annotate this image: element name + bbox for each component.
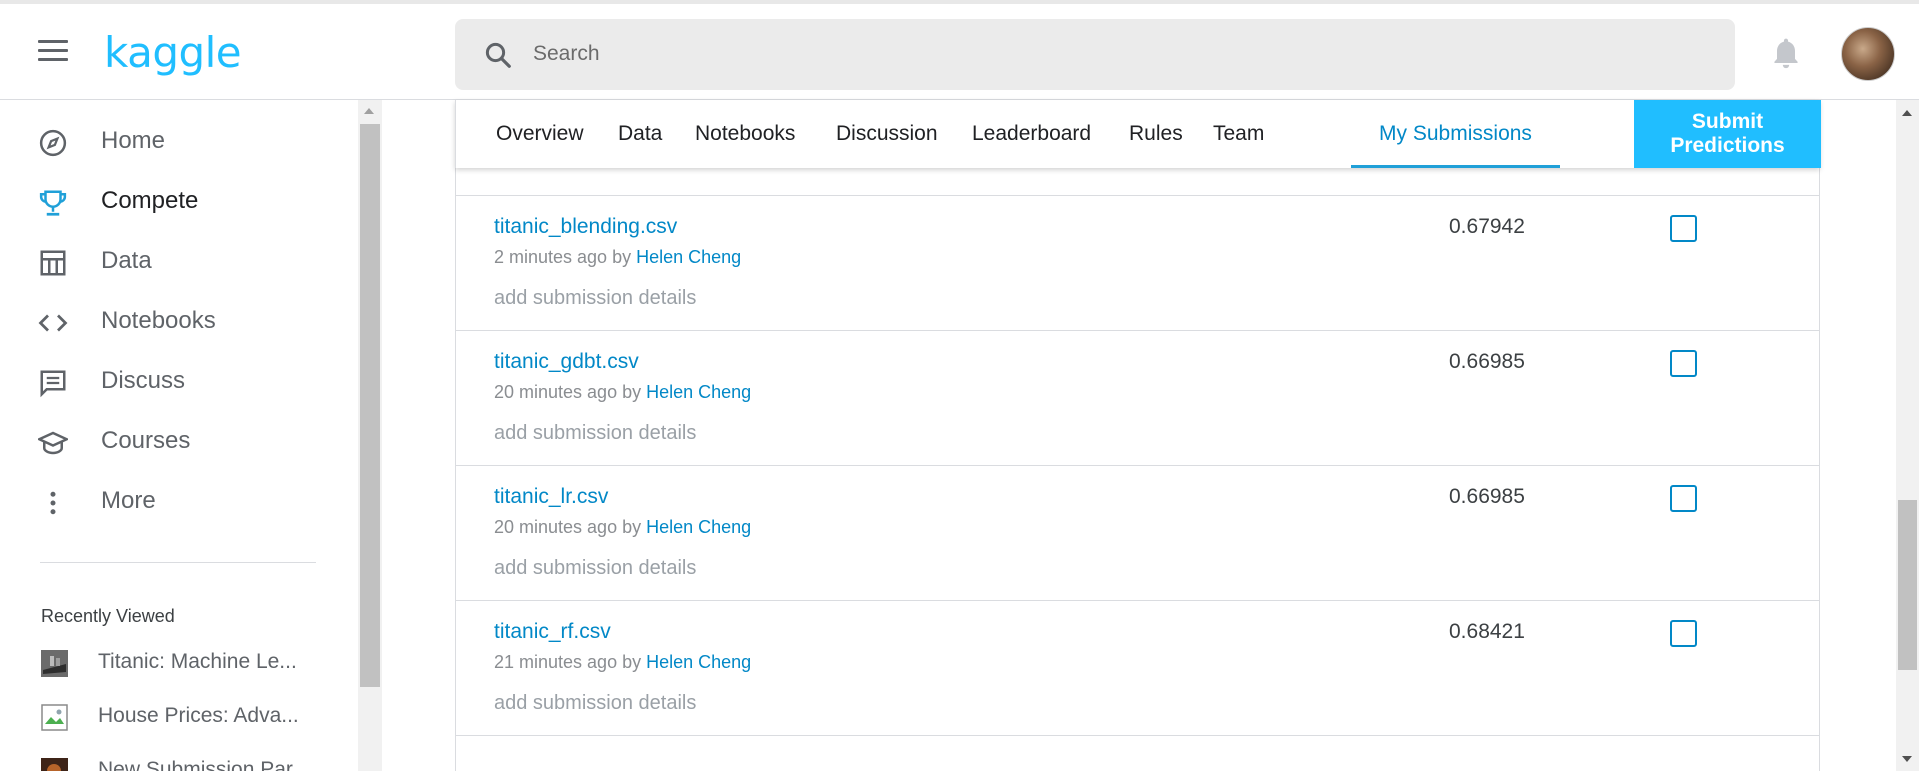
add-details-link[interactable]: add submission details [494,287,696,310]
select-submission-checkbox[interactable] [1670,350,1697,377]
submission-meta: 20 minutes ago by Helen Cheng [494,517,751,538]
submission-author-link[interactable]: Helen Cheng [636,247,741,267]
sidebar-divider [40,562,316,563]
scroll-up-arrow-icon[interactable] [364,108,374,114]
trophy-icon [39,190,67,216]
submission-time: 20 minutes ago by [494,382,642,402]
add-details-link[interactable]: add submission details [494,692,696,715]
sidebar-item-label: Data [101,247,152,274]
submit-predictions-button[interactable]: Submit Predictions [1634,100,1821,168]
submission-meta: 2 minutes ago by Helen Cheng [494,247,741,268]
submission-score: 0.66985 [1449,350,1525,373]
sidebar-item-label: Discuss [101,367,186,394]
titanic-thumbnail-icon [41,650,68,677]
sidebar-item-notebooks[interactable]: Notebooks [0,296,358,346]
sidebar-item-label: Courses [101,427,191,454]
broken-image-icon [41,704,68,731]
more-vertical-icon [50,491,56,515]
submission-meta: 20 minutes ago by Helen Cheng [494,382,751,403]
submission-file-link[interactable]: titanic_gdbt.csv [494,350,639,374]
sidebar-item-compete[interactable]: Compete [0,176,358,226]
add-details-link[interactable]: add submission details [494,557,696,580]
submission-file-link[interactable]: titanic_blending.csv [494,215,677,239]
sidebar-item-label: Compete [101,187,199,214]
kaggle-logo[interactable]: kaggle [104,28,242,77]
graduation-cap-icon [38,431,68,455]
tab-overview[interactable]: Overview [496,100,584,168]
submission-time: 2 minutes ago by [494,247,632,267]
tab-data[interactable]: Data [618,100,662,168]
add-details-link[interactable]: add submission details [494,422,696,445]
sidebar-item-label: Notebooks [101,307,216,334]
recently-viewed-title: Recently Viewed [41,606,175,626]
search-bar[interactable] [455,19,1735,90]
submission-file-link[interactable]: titanic_lr.csv [494,485,608,509]
scroll-up-arrow-icon[interactable] [1902,110,1912,116]
submission-row: titanic_lr.csv 20 minutes ago by Helen C… [456,466,1819,601]
avatar[interactable] [1841,27,1895,81]
submission-score: 0.66985 [1449,485,1525,508]
sidebar-scroll-thumb[interactable] [360,124,380,687]
main-scrollbar[interactable] [1896,100,1919,771]
recently-viewed-item[interactable]: New Submission Par... [0,752,358,771]
bell-icon[interactable] [1770,36,1802,72]
recently-viewed-label: House Prices: Adva... [98,704,299,727]
code-icon [38,314,68,332]
tab-discussion[interactable]: Discussion [836,100,938,168]
submission-score: 0.67942 [1449,215,1525,238]
submission-meta: 21 minutes ago by Helen Cheng [494,652,751,673]
compass-icon [39,129,67,157]
sidebar-item-label: More [101,487,156,514]
main-scroll-thumb[interactable] [1898,500,1917,670]
submission-file-link[interactable]: titanic_rf.csv [494,620,611,644]
recently-viewed-label: New Submission Par... [98,758,310,771]
tab-my-submissions[interactable]: My Submissions [1351,100,1560,168]
scroll-down-arrow-icon[interactable] [1902,756,1912,762]
top-bar: kaggle [0,0,1919,100]
submission-row: titanic_rf.csv 21 minutes ago by Helen C… [456,601,1819,736]
submission-author-link[interactable]: Helen Cheng [646,517,751,537]
table-icon [40,250,66,276]
sidebar-item-home[interactable]: Home [0,116,358,166]
comment-icon [40,370,66,398]
tab-notebooks[interactable]: Notebooks [695,100,795,168]
submission-author-link[interactable]: Helen Cheng [646,652,751,672]
recently-viewed-item[interactable]: House Prices: Adva... [0,698,358,738]
sidebar-scrollbar[interactable] [358,100,382,771]
submission-row: titanic_blending.csv 2 minutes ago by He… [456,196,1819,331]
select-submission-checkbox[interactable] [1670,215,1697,242]
competition-tabs: Overview Data Notebooks Discussion Leade… [455,100,1821,168]
sidebar-item-label: Home [101,127,166,154]
search-icon [485,42,511,68]
sidebar-item-courses[interactable]: Courses [0,416,358,466]
sidebar-item-data[interactable]: Data [0,236,358,286]
tab-team[interactable]: Team [1213,100,1264,168]
submission-time: 21 minutes ago by [494,652,642,672]
submission-thumbnail-icon [41,758,68,771]
submission-score: 0.68421 [1449,620,1525,643]
sidebar-item-more[interactable]: More [0,476,358,526]
sidebar: Home Compete Data Notebooks Discuss Cour… [0,100,358,771]
select-submission-checkbox[interactable] [1670,620,1697,647]
tab-leaderboard[interactable]: Leaderboard [972,100,1091,168]
select-submission-checkbox[interactable] [1670,485,1697,512]
search-input[interactable] [533,35,1683,73]
submission-time: 20 minutes ago by [494,517,642,537]
submission-author-link[interactable]: Helen Cheng [646,382,751,402]
submission-row: titanic_gdbt.csv 20 minutes ago by Helen… [456,331,1819,466]
recently-viewed-item[interactable]: Titanic: Machine Le... [0,644,358,684]
recently-viewed-label: Titanic: Machine Le... [98,650,297,673]
tab-rules[interactable]: Rules [1129,100,1183,168]
sidebar-item-discuss[interactable]: Discuss [0,356,358,406]
hamburger-icon[interactable] [38,40,68,62]
main-content: Overview Data Notebooks Discussion Leade… [382,100,1896,771]
